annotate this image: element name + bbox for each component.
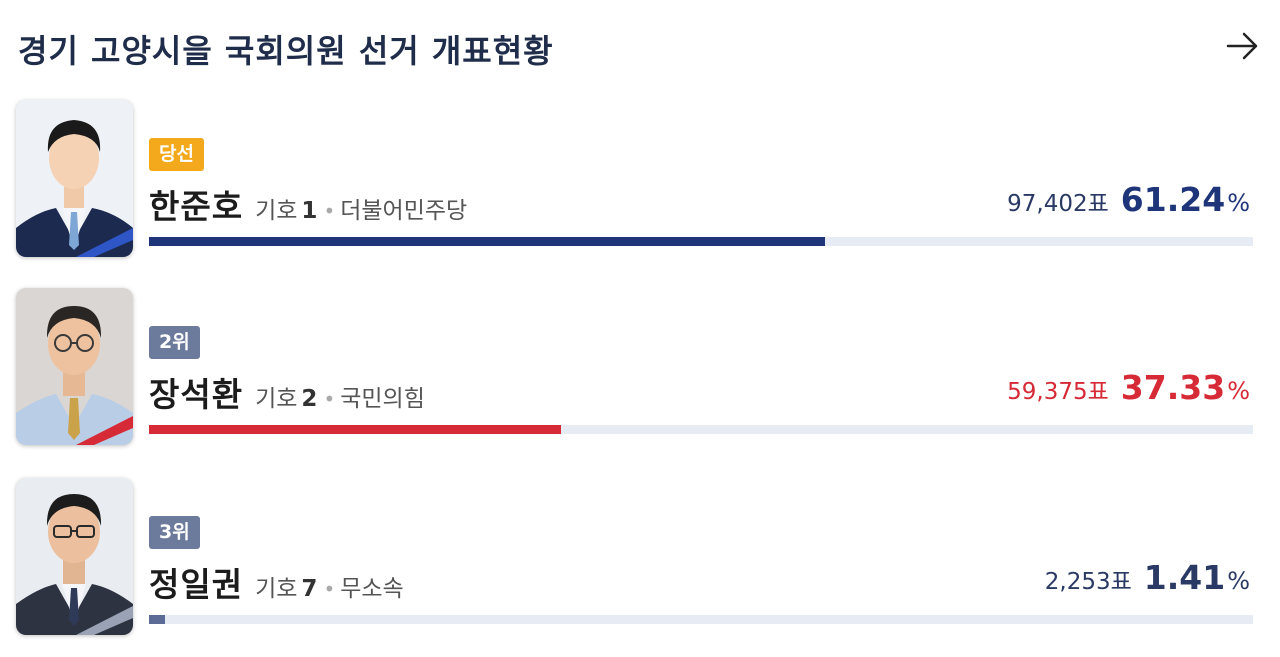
page-title: 경기 고양시을 국회의원 선거 개표현황	[18, 32, 554, 70]
ballot-value: 7	[301, 576, 318, 602]
vote-percent: 1.41	[1143, 558, 1226, 597]
vote-percent: 37.33	[1120, 368, 1226, 407]
vote-result: 59,375표 37.33 %	[1007, 368, 1250, 412]
vote-result: 97,402표 61.24 %	[1007, 180, 1250, 224]
vote-bar	[149, 425, 1253, 434]
candidate-card[interactable]: 당선 한준호 기호 1 • 더불어민주당 97,402표 61.24 %	[16, 100, 1256, 260]
candidate-photo	[16, 288, 133, 445]
ballot-value: 2	[301, 386, 318, 412]
percent-sign: %	[1227, 377, 1250, 405]
header: 경기 고양시을 국회의원 선거 개표현황	[18, 22, 1262, 70]
ballot-number: 기호 1	[255, 191, 317, 225]
candidate-name: 정일권	[149, 565, 244, 604]
vote-count: 97,402표	[1007, 191, 1109, 217]
candidate-card[interactable]: 2위 장석환 기호 2 • 국민의힘 59,375표 37.33 %	[16, 288, 1256, 448]
vote-bar-fill	[149, 425, 562, 434]
percent-sign: %	[1227, 567, 1250, 595]
vote-bar-fill	[149, 615, 165, 624]
candidate-name: 장석환	[149, 375, 244, 414]
rank-badge: 3위	[149, 516, 200, 549]
party-name: 더불어민주당	[340, 198, 468, 224]
vote-percent: 61.24	[1120, 180, 1226, 219]
party-name: 국민의힘	[340, 386, 425, 412]
ballot-label: 기호	[255, 576, 298, 602]
candidate-info: 정일권 기호 7 • 무소속	[149, 558, 404, 604]
candidate-name: 한준호	[149, 187, 244, 226]
vote-count: 59,375표	[1007, 379, 1109, 405]
separator-dot: •	[323, 577, 336, 601]
separator-dot: •	[323, 387, 336, 411]
separator-dot: •	[323, 199, 336, 223]
ballot-number: 기호 2	[255, 379, 317, 413]
percent-sign: %	[1227, 189, 1250, 217]
ballot-value: 1	[301, 198, 318, 224]
vote-bar	[149, 615, 1253, 624]
arrow-right-icon[interactable]	[1222, 28, 1262, 64]
candidate-card[interactable]: 3위 정일권 기호 7 • 무소속 2,253표 1.41 %	[16, 478, 1256, 638]
vote-bar-fill	[149, 237, 826, 246]
candidate-photo	[16, 478, 133, 635]
ballot-number: 기호 7	[255, 569, 317, 603]
winner-badge: 당선	[149, 138, 204, 171]
vote-count: 2,253표	[1044, 569, 1132, 595]
ballot-label: 기호	[255, 198, 298, 224]
candidate-photo	[16, 100, 133, 257]
ballot-label: 기호	[255, 386, 298, 412]
party-name: 무소속	[340, 576, 404, 602]
vote-bar	[149, 237, 1253, 246]
candidate-info: 장석환 기호 2 • 국민의힘	[149, 368, 425, 414]
vote-result: 2,253표 1.41 %	[1045, 558, 1250, 602]
rank-badge: 2위	[149, 326, 200, 359]
candidate-info: 한준호 기호 1 • 더불어민주당	[149, 180, 468, 226]
